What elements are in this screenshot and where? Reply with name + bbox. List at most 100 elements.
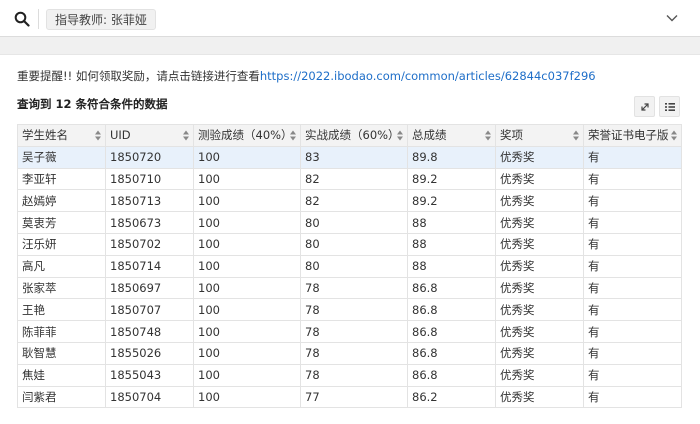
table-row[interactable]: 闫紫君 1850704 100 77 86.2 优秀奖有	[17, 385, 682, 409]
table-row[interactable]: 赵嫣婷 1850713 100 82 89.2 优秀奖有	[17, 189, 682, 213]
column-header-label: UID	[110, 128, 131, 143]
table-cell: 100	[193, 145, 301, 169]
table-cell: 张家萃	[17, 276, 106, 300]
table-cell: 有	[583, 341, 682, 365]
table-row[interactable]: 王艳 1850707 100 78 86.8 优秀奖有	[17, 298, 682, 322]
table-cell: 有	[583, 254, 682, 278]
result-summary: 查询到 12 条符合条件的数据	[17, 96, 168, 112]
table-cell: 86.8	[407, 298, 496, 322]
column-header[interactable]: 总成绩	[407, 124, 496, 147]
column-header[interactable]: 奖项	[495, 124, 584, 147]
table-cell: 78	[300, 298, 408, 322]
table-cell: 闫紫君	[17, 385, 106, 409]
result-count: 12	[55, 97, 72, 111]
sort-icon[interactable]	[95, 130, 101, 141]
table-cell: 100	[193, 341, 301, 365]
table-cell: 86.8	[407, 320, 496, 343]
table-cell: 李亚轩	[17, 167, 106, 191]
table-cell: 优秀奖	[495, 167, 584, 191]
table-row[interactable]: 汪乐妍 1850702 100 80 88 优秀奖有	[17, 232, 682, 256]
table-row[interactable]: 吴子薇 1850720 100 83 89.8 优秀奖有	[17, 145, 682, 169]
table-cell: 100	[193, 232, 301, 256]
table-cell: 陈菲菲	[17, 320, 106, 343]
column-header[interactable]: 测验成绩（40%）	[193, 124, 301, 147]
table-cell: 80	[300, 254, 408, 278]
main-content: 重要提醒!! 如何领取奖励，请点击链接进行查看https://2022.ibod…	[0, 54, 700, 424]
table-row[interactable]: 耿智慧 1855026 100 78 86.8 优秀奖有	[17, 341, 682, 365]
table-cell: 有	[583, 211, 682, 234]
column-header[interactable]: UID	[105, 124, 194, 147]
column-header[interactable]: 荣誉证书电子版	[583, 124, 682, 147]
sort-icon[interactable]	[290, 130, 296, 141]
table-cell: 89.2	[407, 189, 496, 213]
results-table: 学生姓名 UID 测验成绩（40%） 实战成绩（60%） 总成绩 奖项 荣誉证书电子版 吴子…	[17, 124, 682, 409]
table-row[interactable]: 李亚轩 1850710 100 82 89.2 优秀奖有	[17, 167, 682, 191]
result-prefix: 查询到	[17, 97, 56, 111]
column-header-label: 实战成绩（60%）	[305, 128, 400, 143]
expand-button[interactable]	[634, 96, 655, 117]
column-header[interactable]: 实战成绩（60%）	[300, 124, 408, 147]
sort-icon[interactable]	[397, 130, 403, 141]
column-header-label: 测验成绩（40%）	[198, 128, 293, 143]
table-cell: 1850748	[105, 320, 194, 343]
table-row[interactable]: 陈菲菲 1850748 100 78 86.8 优秀奖有	[17, 320, 682, 343]
sort-icon[interactable]	[573, 130, 579, 141]
sort-icon[interactable]	[485, 130, 491, 141]
table-cell: 100	[193, 254, 301, 278]
table-cell: 1850697	[105, 276, 194, 300]
table-cell: 89.8	[407, 145, 496, 169]
table-cell: 100	[193, 298, 301, 322]
column-header-label: 总成绩	[412, 128, 447, 143]
table-cell: 优秀奖	[495, 211, 584, 234]
sort-icon[interactable]	[671, 130, 677, 141]
table-cell: 1850702	[105, 232, 194, 256]
table-cell: 1850710	[105, 167, 194, 191]
table-row[interactable]: 焦娃 1855043 100 78 86.8 优秀奖有	[17, 363, 682, 387]
table-cell: 优秀奖	[495, 145, 584, 169]
table-row[interactable]: 莫衷芳 1850673 100 80 88 优秀奖有	[17, 211, 682, 234]
table-cell: 100	[193, 167, 301, 191]
sort-icon[interactable]	[183, 130, 189, 141]
column-header-label: 奖项	[500, 128, 523, 143]
table-cell: 86.8	[407, 276, 496, 300]
table-cell: 1855043	[105, 363, 194, 387]
table-cell: 优秀奖	[495, 341, 584, 365]
table-cell: 78	[300, 363, 408, 387]
search-icon[interactable]	[14, 11, 30, 27]
notice-link[interactable]: https://2022.ibodao.com/common/articles/…	[260, 69, 596, 83]
table-cell: 1850673	[105, 211, 194, 234]
result-suffix: 条符合条件的数据	[71, 97, 168, 111]
chevron-down-icon[interactable]	[666, 14, 678, 22]
table-cell: 耿智慧	[17, 341, 106, 365]
top-bar: 指导教师: 张菲娅	[0, 0, 700, 37]
table-cell: 高凡	[17, 254, 106, 278]
column-settings-button[interactable]	[659, 96, 680, 117]
table-cell: 86.2	[407, 385, 496, 409]
table-cell: 100	[193, 320, 301, 343]
filter-tag-teacher[interactable]: 指导教师: 张菲娅	[46, 9, 156, 30]
table-cell: 有	[583, 189, 682, 213]
table-cell: 优秀奖	[495, 298, 584, 322]
table-cell: 82	[300, 167, 408, 191]
table-cell: 汪乐妍	[17, 232, 106, 256]
table-cell: 80	[300, 211, 408, 234]
table-cell: 88	[407, 254, 496, 278]
table-cell: 77	[300, 385, 408, 409]
table-row[interactable]: 高凡 1850714 100 80 88 优秀奖有	[17, 254, 682, 278]
table-cell: 有	[583, 232, 682, 256]
table-cell: 有	[583, 385, 682, 409]
table-cell: 1850713	[105, 189, 194, 213]
table-cell: 100	[193, 385, 301, 409]
table-cell: 1850720	[105, 145, 194, 169]
table-cell: 86.8	[407, 341, 496, 365]
table-body: 吴子薇 1850720 100 83 89.8 优秀奖有李亚轩 1850710 100 82 89…	[17, 145, 682, 409]
column-header-label: 荣誉证书电子版	[588, 128, 669, 143]
table-cell: 优秀奖	[495, 189, 584, 213]
table-cell: 有	[583, 145, 682, 169]
table-cell: 86.8	[407, 363, 496, 387]
table-cell: 88	[407, 232, 496, 256]
column-header[interactable]: 学生姓名	[17, 124, 106, 147]
table-cell: 赵嫣婷	[17, 189, 106, 213]
table-cell: 88	[407, 211, 496, 234]
table-row[interactable]: 张家萃 1850697 100 78 86.8 优秀奖有	[17, 276, 682, 300]
